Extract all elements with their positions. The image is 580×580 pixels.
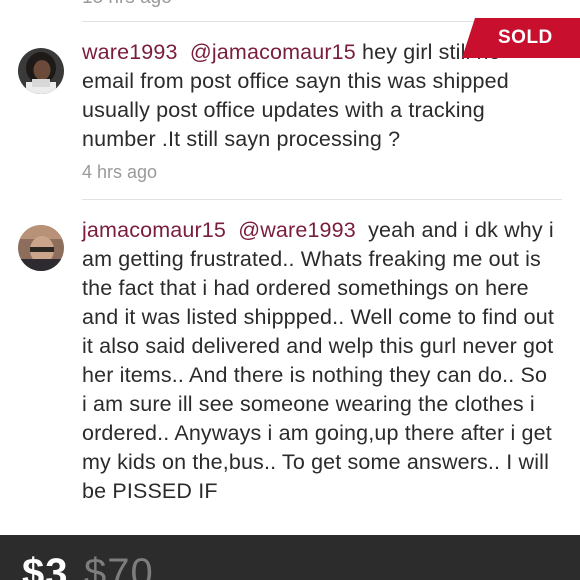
avatar[interactable]: [18, 225, 64, 271]
user-avatar-icon: [18, 225, 64, 271]
comments-screen: 15 hrs ago ware1993 @jamacomaur15 hey gi…: [0, 0, 580, 580]
comment-username[interactable]: jamacomaur15: [82, 218, 226, 242]
comment-text: yeah and i dk why i am getting frustrate…: [82, 218, 554, 503]
previous-comment-timestamp: 15 hrs ago: [82, 0, 172, 9]
avatar[interactable]: [18, 48, 64, 94]
sold-label: SOLD: [498, 27, 553, 48]
comment-username[interactable]: ware1993: [82, 40, 178, 64]
comment-body: jamacomaur15 @ware1993 yeah and i dk why…: [82, 216, 554, 506]
listing-price-bar: $3 $70: [0, 535, 580, 580]
comment-mention[interactable]: @jamacomaur15: [190, 40, 356, 64]
original-price: $70: [84, 551, 154, 580]
comment-divider: [82, 199, 562, 200]
listing-price: $3: [22, 551, 69, 580]
comment-timestamp: 4 hrs ago: [82, 162, 158, 182]
comment-mention[interactable]: @ware1993: [238, 218, 356, 242]
user-avatar-icon: [18, 48, 64, 94]
